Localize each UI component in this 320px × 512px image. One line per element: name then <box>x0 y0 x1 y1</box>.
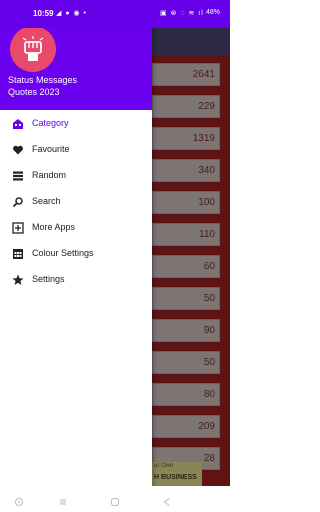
category-row[interactable]: 80 <box>152 383 220 406</box>
category-count: 28 <box>203 453 215 464</box>
category-row[interactable]: 229 <box>152 95 220 118</box>
category-row[interactable]: 50 <box>152 351 220 374</box>
category-count: 90 <box>203 325 215 336</box>
menu-label: Favourite <box>32 144 70 154</box>
category-count: 110 <box>199 229 215 240</box>
category-count: 100 <box>198 197 215 208</box>
home-button-icon[interactable] <box>110 494 120 506</box>
notification-icons: ◢ ● ◉ • <box>56 10 88 17</box>
category-icon <box>12 118 24 130</box>
app-subtitle: Quotes 2023 <box>8 87 60 97</box>
category-count: 229 <box>198 101 215 112</box>
accessibility-button-icon[interactable] <box>14 494 24 506</box>
category-row[interactable]: 60 <box>152 255 220 278</box>
menu-label: Random <box>32 170 67 180</box>
category-count: 2641 <box>192 69 215 80</box>
menu-label: Search <box>32 196 61 206</box>
navigation-bar <box>0 486 230 512</box>
search-icon <box>12 196 24 208</box>
app-logo <box>10 26 56 72</box>
ad-line-2: H BUSINESS <box>154 474 197 481</box>
category-row[interactable]: 2641 <box>152 63 220 86</box>
category-count: 50 <box>203 357 215 368</box>
battery-level: 48% <box>206 9 221 16</box>
navigation-drawer: Status Messages Quotes 2023 Category Fav… <box>0 0 152 512</box>
category-count: 80 <box>203 389 215 400</box>
menu-item-settings[interactable]: Settings <box>0 267 152 293</box>
category-row[interactable]: 110 <box>152 223 220 246</box>
palette-icon <box>12 248 24 260</box>
menu-item-colour-settings[interactable]: Colour Settings <box>0 241 152 267</box>
recents-button-icon[interactable] <box>58 494 68 505</box>
category-row[interactable]: 100 <box>152 191 220 214</box>
menu-label: More Apps <box>32 222 76 232</box>
category-row[interactable]: 50 <box>152 287 220 310</box>
heart-icon <box>12 144 24 156</box>
menu-item-category[interactable]: Category <box>0 111 152 137</box>
menu-label: Settings <box>32 274 65 284</box>
system-status-icons: ▣ ⊗ ◌ ≋ ıl <box>160 10 204 17</box>
category-count: 60 <box>203 261 215 272</box>
back-button-icon[interactable] <box>162 494 172 506</box>
category-row[interactable]: 340 <box>152 159 220 182</box>
app-name: Status Messages <box>8 75 78 85</box>
category-count: 209 <box>198 421 215 432</box>
category-row[interactable]: 1319 <box>152 127 220 150</box>
ad-line-1: ur Own <box>154 463 174 469</box>
category-row[interactable]: 209 <box>152 415 220 438</box>
status-bar: 10:59 ◢ ● ◉ • ▣ ⊗ ◌ ≋ ıl 48% <box>0 0 230 28</box>
star-icon <box>12 274 24 286</box>
category-row[interactable]: 90 <box>152 319 220 342</box>
menu-item-random[interactable]: Random <box>0 163 152 189</box>
plus-box-icon <box>12 222 24 234</box>
menu-label: Category <box>32 118 69 128</box>
random-icon <box>12 170 24 182</box>
category-count: 1319 <box>192 133 215 144</box>
menu-label: Colour Settings <box>32 248 94 258</box>
status-time: 10:59 <box>33 9 54 18</box>
menu-item-search[interactable]: Search <box>0 189 152 215</box>
category-count: 50 <box>203 293 215 304</box>
menu-item-more-apps[interactable]: More Apps <box>0 215 152 241</box>
raised-fist-icon <box>22 36 44 61</box>
menu-item-favourite[interactable]: Favourite <box>0 137 152 163</box>
category-count: 340 <box>198 165 215 176</box>
ad-banner[interactable]: ur Own H BUSINESS <box>152 462 202 486</box>
